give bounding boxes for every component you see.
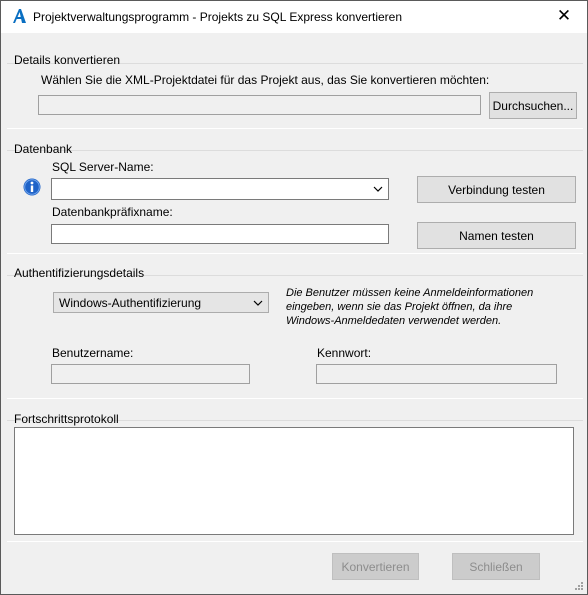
close-window-button[interactable]: ✕ [541,1,587,33]
browse-button[interactable]: Durchsuchen... [489,92,577,119]
auth-mode-value: Windows-Authentifizierung [59,296,202,310]
chevron-down-icon [373,186,383,192]
info-icon [23,178,41,196]
auth-mode-select[interactable]: Windows-Authentifizierung [53,292,269,313]
password-label: Kennwort: [317,346,372,360]
username-label: Benutzername: [52,346,134,360]
window-title: Projektverwaltungsprogramm - Projekts zu… [33,10,403,24]
progress-log[interactable] [14,427,574,535]
close-button-label: Schließen [469,559,523,574]
xml-path-field[interactable] [38,95,481,115]
close-button[interactable]: Schließen [452,553,540,580]
title-bar: Projektverwaltungsprogramm - Projekts zu… [1,1,587,33]
test-connection-label: Verbindung testen [448,182,545,197]
autodesk-a-icon [13,9,26,23]
progress-section-title: Fortschrittsprotokoll [14,412,119,426]
server-name-label: SQL Server-Name: [52,160,154,174]
username-input[interactable] [51,364,250,384]
details-instruction: Wählen Sie die XML-Projektdatei für das … [41,73,490,87]
server-name-combobox[interactable] [51,178,389,200]
chevron-down-icon [253,300,263,306]
db-prefix-label: Datenbankpräfixname: [52,205,173,219]
auth-note: Die Benutzer müssen keine Anmeldeinforma… [286,287,534,327]
test-names-button[interactable]: Namen testen [417,222,576,249]
resize-grip-icon[interactable] [574,581,584,591]
test-names-label: Namen testen [459,228,534,243]
browse-button-label: Durchsuchen... [492,98,574,113]
details-section-title: Details konvertieren [14,53,121,67]
database-section-title: Datenbank [14,142,73,156]
convert-button[interactable]: Konvertieren [332,553,419,580]
close-icon: ✕ [556,6,572,25]
convert-button-label: Konvertieren [341,559,410,574]
auth-section-title: Authentifizierungsdetails [14,266,145,280]
password-input[interactable] [316,364,557,384]
dialog-window: Projektverwaltungsprogramm - Projekts zu… [0,0,588,595]
test-connection-button[interactable]: Verbindung testen [417,176,576,203]
db-prefix-input[interactable] [51,224,389,244]
